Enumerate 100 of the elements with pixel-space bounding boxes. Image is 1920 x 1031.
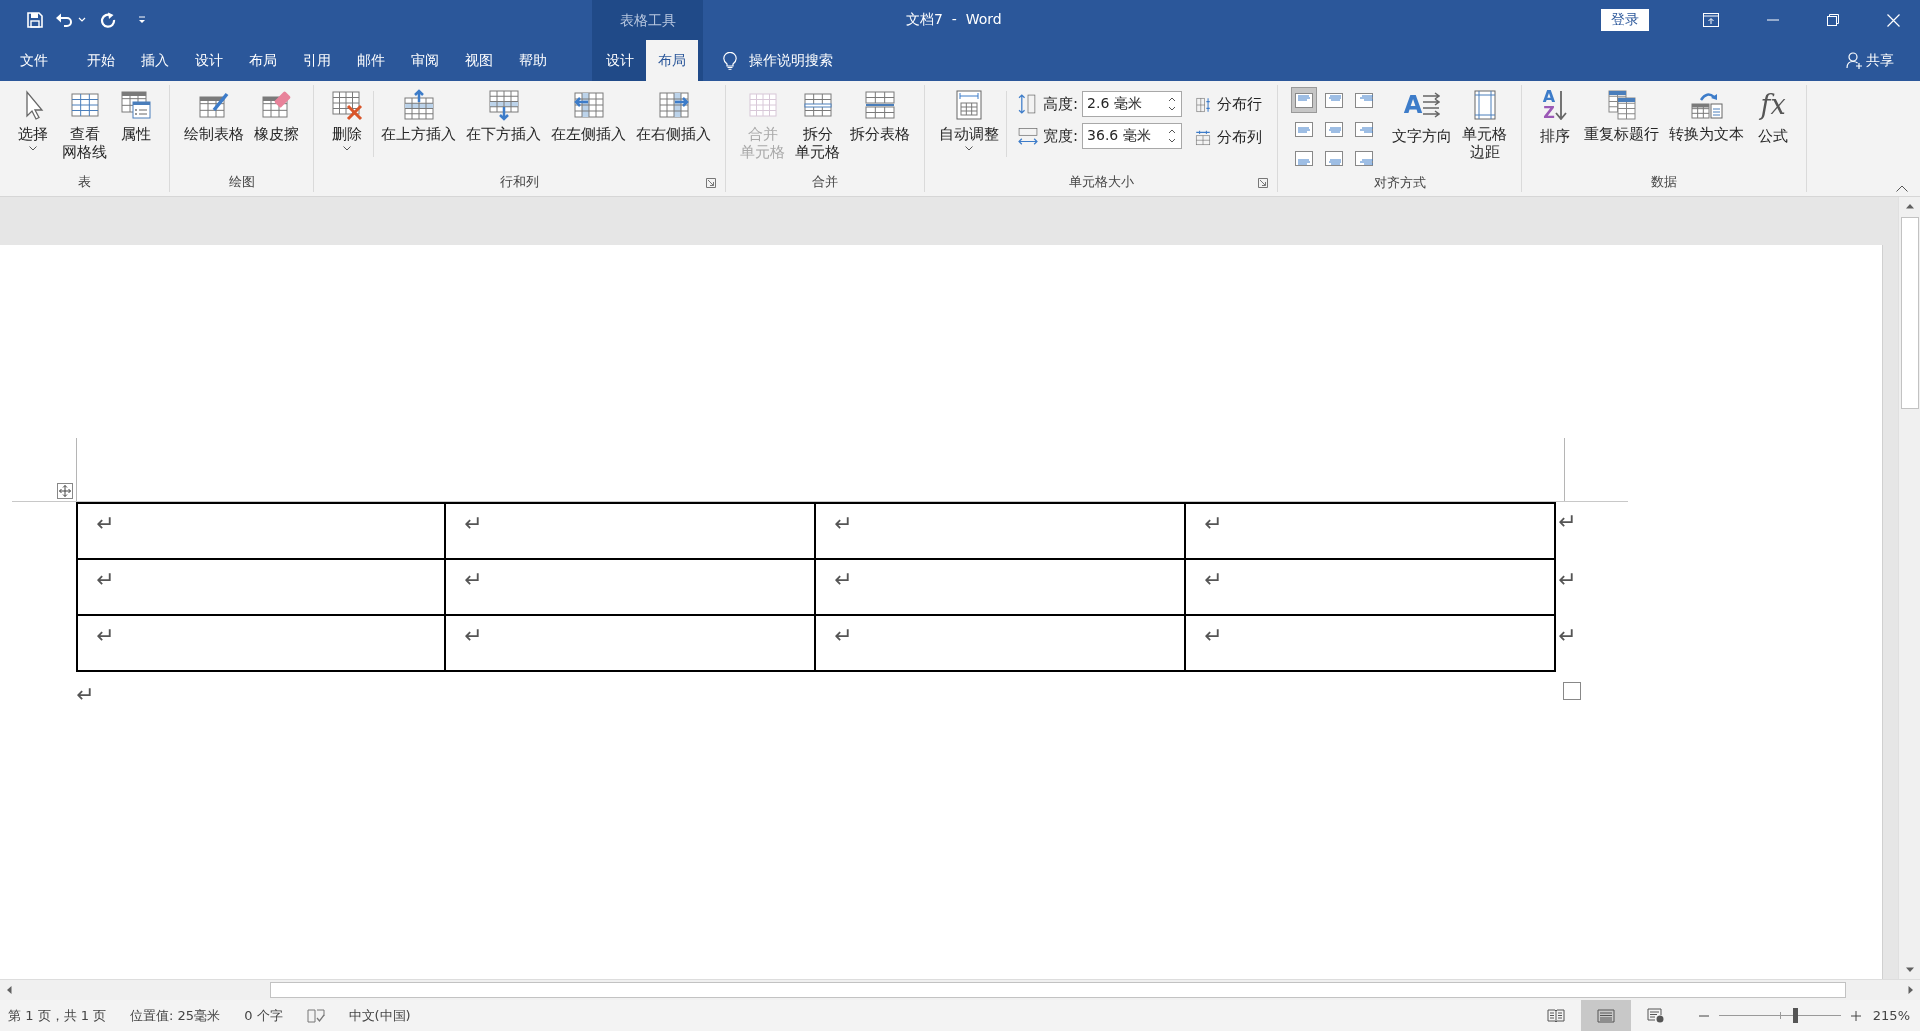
- autofit-icon: [953, 89, 985, 121]
- customize-caret-icon[interactable]: [138, 16, 146, 24]
- ribbon-button[interactable]: 选择: [9, 85, 57, 153]
- icon-letter: A: [1542, 89, 1556, 105]
- ribbon-button[interactable]: 删除: [323, 85, 371, 153]
- ribbon-tab[interactable]: 帮助: [506, 40, 560, 81]
- ribbon-button[interactable]: 在上方插入: [376, 85, 461, 145]
- caret-icon[interactable]: [78, 17, 86, 23]
- spinner-arrows-icon[interactable]: [1167, 95, 1178, 113]
- ribbon-tab[interactable]: 引用: [290, 40, 344, 81]
- zoom-in-icon[interactable]: [1850, 1010, 1861, 1021]
- ribbon-tab[interactable]: 布局: [646, 40, 698, 81]
- slider-thumb[interactable]: [1792, 1008, 1798, 1023]
- status-text: 位置值: 25毫米: [130, 1006, 221, 1025]
- scrollbar-thumb[interactable]: [1900, 217, 1919, 409]
- ribbon-tab[interactable]: 插入: [128, 40, 182, 81]
- scroll-left-icon[interactable]: [6, 985, 12, 995]
- group-label: 对齐方式: [1373, 174, 1426, 192]
- ribbon-button[interactable]: 属性: [112, 85, 160, 145]
- ribbon-button[interactable]: 转换为文本: [1664, 85, 1750, 145]
- ribbon-button[interactable]: A 文字方向: [1387, 85, 1458, 147]
- ribbon-button[interactable]: 在右侧插入: [631, 85, 716, 145]
- status-text: 第 1 页，共 1 页: [8, 1006, 107, 1025]
- ribbon-tab[interactable]: 开始: [74, 40, 128, 81]
- ribbon-button[interactable]: 绘制表格: [179, 85, 249, 145]
- table-cell: ↵: [816, 560, 1186, 616]
- caret-icon: [29, 146, 37, 151]
- align-button[interactable]: [1291, 87, 1318, 113]
- table-cell: ↵: [1186, 560, 1556, 616]
- ribbon-button[interactable]: 自动调整: [934, 85, 1004, 153]
- field-label: 宽度:: [1043, 126, 1079, 146]
- alignment-icon: [1355, 92, 1374, 108]
- ribbon-tab[interactable]: 审阅: [398, 40, 452, 81]
- row-end-mark: ↵: [1557, 622, 1577, 650]
- table-cell: ↵: [816, 616, 1186, 672]
- distribute-rows-icon: [1194, 95, 1213, 114]
- ribbon-tab[interactable]: 设计: [182, 40, 236, 81]
- caret-icon: [965, 146, 973, 151]
- table-cell: ↵: [76, 502, 446, 560]
- spinner-arrows-icon[interactable]: [1167, 127, 1178, 145]
- ribbon-button[interactable]: 分布列: [1194, 128, 1263, 147]
- table-cell: ↵: [76, 560, 446, 616]
- ribbon-tab[interactable]: 文件: [6, 40, 74, 81]
- scroll-up-icon[interactable]: [1904, 203, 1915, 209]
- tell-me-search[interactable]: 操作说明搜索: [723, 51, 833, 70]
- number-field[interactable]: 2.6 毫米: [1082, 91, 1183, 117]
- scroll-right-icon[interactable]: [1908, 985, 1914, 995]
- group-label: 数据: [1651, 173, 1678, 191]
- ribbon-button[interactable]: 拆分表格: [845, 85, 915, 145]
- scroll-down-icon[interactable]: [1904, 967, 1915, 973]
- proofing-icon[interactable]: [306, 1008, 325, 1023]
- ribbon-display-icon[interactable]: [1703, 13, 1719, 27]
- horizontal-scrollbar[interactable]: [0, 979, 1920, 1000]
- ribbon-button[interactable]: fx 公式: [1749, 85, 1798, 147]
- ribbon-button[interactable]: 在下方插入: [461, 85, 546, 145]
- ribbon-tab[interactable]: 视图: [452, 40, 506, 81]
- insert-right-icon: [657, 89, 690, 121]
- ribbon-button[interactable]: 拆分 单元格: [790, 85, 845, 163]
- ribbon-button[interactable]: 在左侧插入: [546, 85, 631, 145]
- ribbon-button[interactable]: 橡皮擦: [249, 85, 304, 145]
- redo-icon[interactable]: [100, 12, 116, 28]
- zoom-out-icon[interactable]: [1698, 1014, 1709, 1017]
- ribbon-button[interactable]: 重复标题行: [1579, 85, 1665, 145]
- ribbon-tab[interactable]: 设计: [594, 40, 646, 81]
- vertical-scrollbar[interactable]: [1898, 197, 1920, 979]
- undo-icon[interactable]: [55, 12, 73, 28]
- arrow-lines-icon: [1422, 92, 1441, 118]
- ribbon-tab[interactable]: 邮件: [344, 40, 398, 81]
- save-icon[interactable]: [27, 12, 43, 28]
- number-field[interactable]: 36.6 毫米: [1082, 123, 1183, 149]
- table-move-handle-icon[interactable]: [57, 483, 73, 499]
- dialog-launcher-icon[interactable]: [706, 178, 716, 188]
- book-icon: [1546, 1008, 1565, 1023]
- page-layout-icon: [1596, 1008, 1615, 1023]
- repeat-header-icon: [1605, 89, 1638, 121]
- status-text: 0 个字: [244, 1006, 283, 1025]
- caret-icon: [343, 146, 351, 151]
- column-width-icon: [1017, 125, 1039, 147]
- context-tab-label: 表格工具: [618, 11, 677, 30]
- collapse-ribbon-icon[interactable]: [1896, 185, 1908, 192]
- group-label: 合并: [812, 173, 838, 191]
- scrollbar-thumb[interactable]: [270, 982, 1846, 998]
- row-height-icon: [1017, 93, 1039, 115]
- share-button[interactable]: 共享: [1846, 51, 1894, 70]
- ribbon-button[interactable]: 单元格 边距: [1457, 85, 1513, 163]
- group-label: 表: [78, 173, 91, 191]
- ribbon-tab[interactable]: 布局: [236, 40, 290, 81]
- zoom-percent[interactable]: 215%: [1872, 1008, 1910, 1023]
- sign-in-button[interactable]: 登录: [1601, 9, 1649, 31]
- table-resize-handle[interactable]: [1563, 682, 1581, 700]
- ribbon-button[interactable]: A Z 排序: [1531, 85, 1580, 147]
- ribbon-button[interactable]: 分布行: [1194, 95, 1263, 114]
- restore-icon[interactable]: [1827, 14, 1839, 26]
- icon-letter: A: [1403, 92, 1423, 118]
- dialog-launcher-icon[interactable]: [1258, 178, 1269, 188]
- table-cell: ↵: [1186, 616, 1556, 672]
- row-end-mark: ↵: [1557, 566, 1577, 594]
- ribbon-button[interactable]: 查看 网格线: [57, 85, 112, 163]
- table-properties-icon: [120, 89, 152, 121]
- close-icon[interactable]: [1887, 13, 1900, 27]
